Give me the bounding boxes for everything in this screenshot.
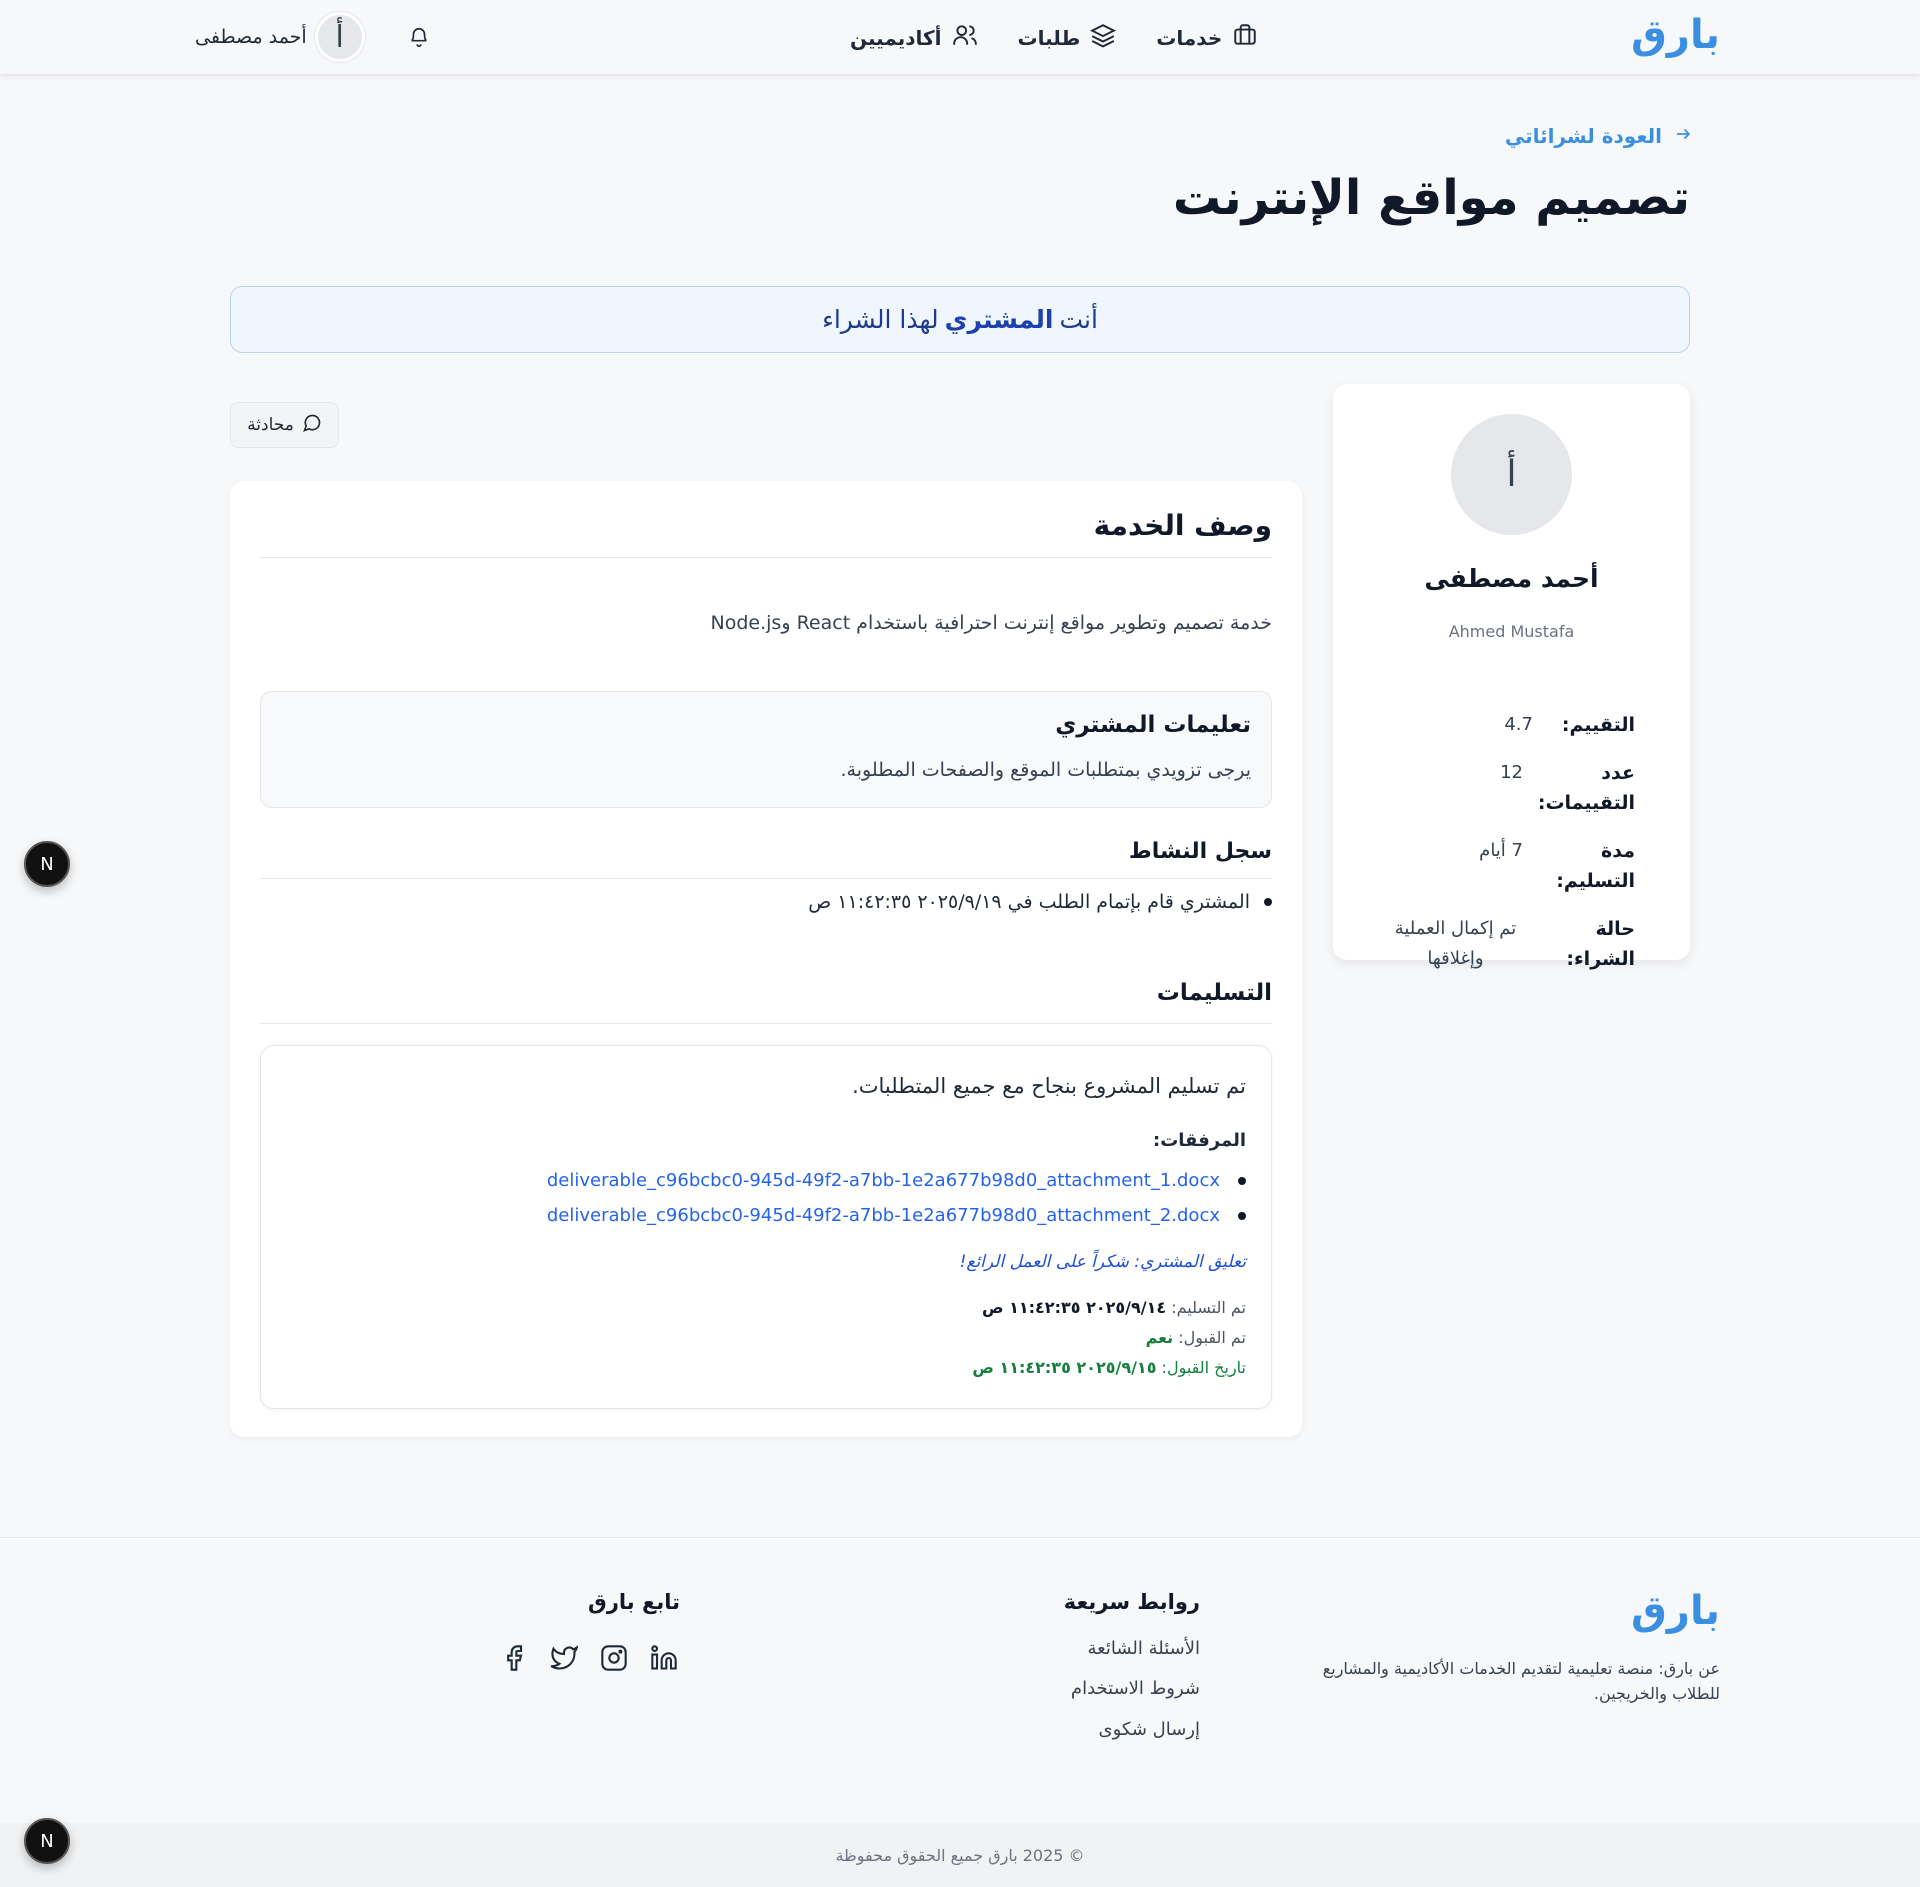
stat-purchase-status: حالة الشراء: تم إكمال العملية وإغلاقها: [1383, 914, 1635, 974]
accept-date: تاريخ القبول: ٢٠٢٥/٩/١٥ ١١:٤٢:٣٥ ص: [972, 1358, 1246, 1377]
nav-orders-label: طلبات: [1017, 25, 1081, 50]
page-title: تصميم مواقع الإنترنت: [1172, 170, 1690, 226]
stat-reviews-count: عدد التقييمات: 12: [1383, 758, 1635, 818]
buyer-comment: تعليق المشتري: شكراً على العمل الرائع!: [959, 1252, 1246, 1272]
bullet: [1238, 1176, 1246, 1185]
banner-role: المشتري: [944, 305, 1054, 334]
accepted-value: نعم: [1145, 1328, 1174, 1347]
bullet: [1264, 898, 1272, 906]
layers-icon: [1090, 22, 1117, 53]
seller-name: أحمد مصطفى: [1424, 564, 1599, 593]
service-description: خدمة تصميم وتطوير مواقع إنترنت احترافية …: [710, 612, 1272, 634]
stat-rating: التقييم: 4.7: [1383, 710, 1635, 740]
dev-badge[interactable]: N: [24, 1818, 70, 1864]
main-nav: خدمات طلبات أكاديميين: [850, 22, 1258, 53]
seller-stats: التقييم: 4.7 عدد التقييمات: 12 مدة التسل…: [1383, 710, 1635, 992]
attachment-link[interactable]: deliverable_c96bcbc0-945d-49f2-a7bb-1e2a…: [547, 1170, 1246, 1191]
accept-date-value: ٢٠٢٥/٩/١٥ ١١:٤٢:٣٥ ص: [972, 1358, 1157, 1377]
accepted-status: تم القبول: نعم: [1146, 1328, 1246, 1347]
buyer-instructions: تعليمات المشتري يرجى تزويدي بمتطلبات الم…: [260, 691, 1272, 808]
activity-title: سجل النشاط: [1128, 839, 1272, 864]
briefcase-icon: [1232, 22, 1258, 53]
service-description-title: وصف الخدمة: [1093, 509, 1272, 542]
attachment-filename: deliverable_c96bcbc0-945d-49f2-a7bb-1e2a…: [546, 1205, 1220, 1226]
list-item: المشتري قام بإتمام الطلب في ٢٠٢٥/٩/١٩ ١١…: [808, 891, 1272, 913]
service-card: وصف الخدمة خدمة تصميم وتطوير مواقع إنترن…: [230, 481, 1302, 1437]
stat-value: 7 أيام: [1479, 840, 1523, 861]
arrow-right-icon: [1674, 124, 1692, 148]
avatar: أ: [314, 12, 365, 62]
back-link[interactable]: العودة لشرائاتي: [1505, 124, 1692, 148]
delivered-label: تم التسليم:: [1171, 1298, 1246, 1317]
divider: [260, 557, 1272, 558]
footer-link-complaint[interactable]: إرسال شكوى: [1099, 1719, 1200, 1740]
nav-services-label: خدمات: [1156, 25, 1223, 50]
banner-prefix: أنت: [1059, 305, 1098, 334]
role-banner: أنت المشتري لهذا الشراء: [230, 286, 1690, 353]
divider: [260, 878, 1272, 879]
divider: [260, 1023, 1272, 1024]
footer-link-terms[interactable]: شروط الاستخدام: [1071, 1678, 1200, 1699]
accepted-label: تم القبول:: [1178, 1328, 1246, 1347]
instagram-icon[interactable]: [600, 1644, 628, 1676]
back-link-label: العودة لشرائاتي: [1504, 124, 1662, 148]
stat-label: عدد التقييمات:: [1537, 762, 1635, 814]
activity-text: المشتري قام بإتمام الطلب في ٢٠٢٥/٩/١٩ ١١…: [808, 891, 1250, 913]
stat-delivery-time: مدة التسليم: 7 أيام: [1383, 836, 1635, 896]
nav-academics-label: أكاديميين: [850, 25, 942, 50]
quick-links-title: روابط سريعة: [1063, 1590, 1200, 1614]
users-icon: [952, 22, 978, 53]
stat-label: حالة الشراء:: [1566, 918, 1635, 970]
banner-suffix: لهذا الشراء: [822, 305, 939, 334]
nav-academics[interactable]: أكاديميين: [850, 22, 978, 53]
accept-date-label: تاريخ القبول:: [1161, 1358, 1246, 1377]
user-menu[interactable]: أ أحمد مصطفى: [195, 12, 365, 62]
delivered-at: تم التسليم: ٢٠٢٥/٩/١٤ ١١:٤٢:٣٥ ص: [982, 1298, 1246, 1317]
message-circle-icon: [302, 413, 322, 438]
delivered-value: ٢٠٢٥/٩/١٤ ١١:٤٢:٣٥ ص: [982, 1298, 1167, 1317]
delivery-message: تم تسليم المشروع بنجاح مع جميع المتطلبات…: [852, 1074, 1246, 1098]
stat-label: التقييم:: [1561, 714, 1635, 736]
user-name: أحمد مصطفى: [195, 26, 307, 48]
top-navbar: بارق خدمات طلبات أكاديميين أ أحمد مصطفى: [0, 0, 1920, 75]
instructions-text: يرجى تزويدي بمتطلبات الموقع والصفحات الم…: [840, 759, 1251, 781]
instructions-title: تعليمات المشتري: [1055, 712, 1251, 738]
chat-button[interactable]: محادثة: [230, 402, 339, 448]
attachment-filename: deliverable_c96bcbc0-945d-49f2-a7bb-1e2a…: [546, 1170, 1220, 1191]
dev-badge[interactable]: N: [24, 841, 70, 887]
linkedin-icon[interactable]: [650, 1644, 678, 1676]
footer-link-faq[interactable]: الأسئلة الشائعة: [1088, 1638, 1200, 1659]
stat-value: 4.7: [1504, 714, 1533, 735]
twitter-icon[interactable]: [550, 1644, 579, 1676]
seller-card: أ أحمد مصطفى Ahmed Mustafa التقييم: 4.7 …: [1333, 384, 1690, 970]
logo[interactable]: بارق: [1631, 12, 1720, 58]
copyright: © 2025 بارق جميع الحقوق محفوظة: [0, 1823, 1920, 1887]
footer-about: عن بارق: منصة تعليمية لتقديم الخدمات الأ…: [1322, 1659, 1720, 1703]
bullet: [1238, 1211, 1246, 1220]
deliverables-title: التسليمات: [1156, 980, 1272, 1006]
social-links: [500, 1644, 678, 1676]
seller-avatar: أ: [1451, 414, 1572, 535]
attachment-link[interactable]: deliverable_c96bcbc0-945d-49f2-a7bb-1e2a…: [547, 1205, 1246, 1226]
attachments-title: المرفقات:: [1153, 1130, 1246, 1151]
stat-value: 12: [1500, 762, 1523, 783]
stat-label: مدة التسليم:: [1556, 840, 1635, 892]
footer: بارق عن بارق: منصة تعليمية لتقديم الخدما…: [0, 1537, 1920, 1887]
stat-value: تم إكمال العملية وإغلاقها: [1394, 918, 1517, 969]
chat-button-label: محادثة: [247, 415, 294, 434]
seller-name-en: Ahmed Mustafa: [1448, 622, 1575, 641]
follow-title: تابع بارق: [588, 1590, 680, 1614]
delivery-card: تم تسليم المشروع بنجاح مع جميع المتطلبات…: [260, 1045, 1272, 1409]
footer-logo[interactable]: بارق: [1631, 1588, 1720, 1634]
bell-icon[interactable]: [408, 26, 430, 48]
nav-orders[interactable]: طلبات: [1018, 22, 1117, 53]
facebook-icon[interactable]: [500, 1644, 528, 1676]
nav-services[interactable]: خدمات: [1156, 22, 1258, 53]
